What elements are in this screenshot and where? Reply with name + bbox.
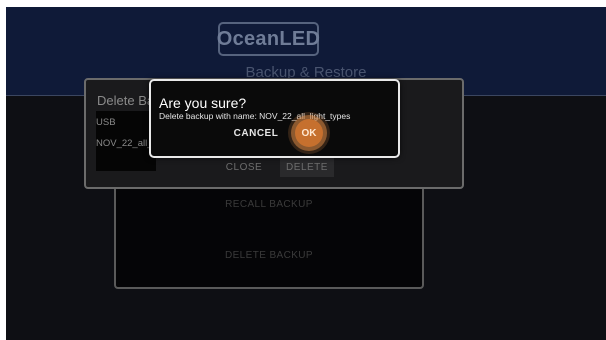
oceanled-logo: OceanLED xyxy=(217,22,320,56)
delete-button[interactable]: DELETE xyxy=(280,157,334,177)
close-button[interactable]: CLOSE xyxy=(222,158,266,176)
delete-backup-button[interactable]: DELETE BACKUP xyxy=(116,250,422,261)
confirm-title: Are you sure? xyxy=(159,95,247,111)
recall-backup-button[interactable]: RECALL BACKUP xyxy=(116,199,422,210)
cancel-button[interactable]: CANCEL xyxy=(231,125,281,141)
app-screen: OceanLED Backup & Restore RECALL BACKUP … xyxy=(6,7,606,340)
confirm-dialog: Are you sure? Delete backup with name: N… xyxy=(149,79,400,158)
confirm-message: Delete backup with name: NOV_22_all_ligh… xyxy=(159,111,351,121)
backup-item-usb[interactable]: USB xyxy=(96,117,116,128)
ok-button[interactable]: OK xyxy=(295,119,323,147)
